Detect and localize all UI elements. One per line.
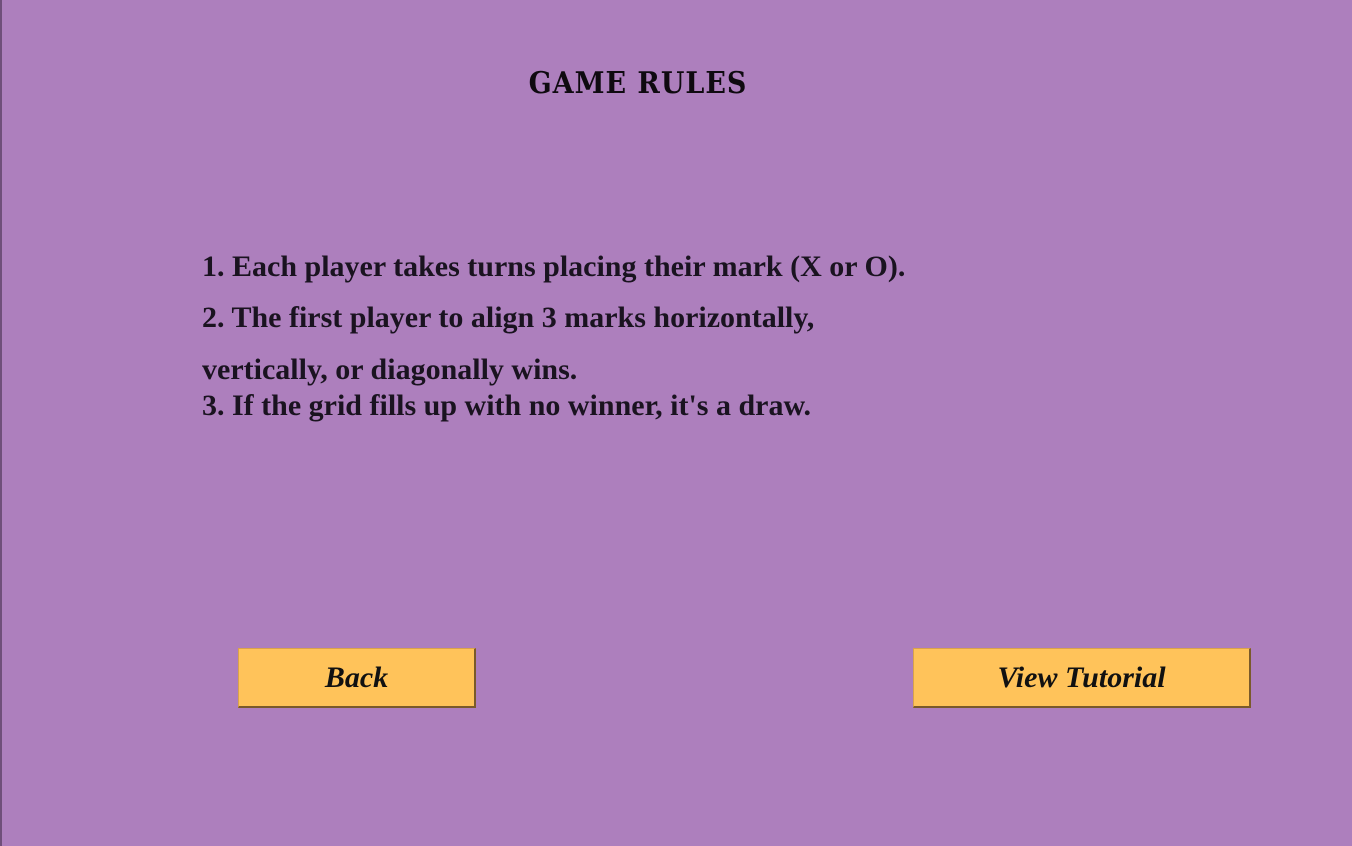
back-button-label: Back (324, 660, 389, 694)
rule-2-text-part-2: vertically, or diagonally wins. (202, 353, 578, 386)
rule-3-text: 3. If the grid fills up with no winner, … (202, 389, 811, 422)
rule-2-text-part-1: 2. The first player to align 3 marks hor… (202, 301, 815, 334)
page-title: Game Rules (528, 66, 748, 101)
view-tutorial-button-label: View Tutorial (997, 660, 1166, 694)
back-button[interactable]: Back (238, 648, 476, 708)
rule-1-text: 1. Each player takes turns placing their… (202, 250, 906, 283)
window-left-edge (0, 0, 2, 846)
view-tutorial-button[interactable]: View Tutorial (913, 648, 1251, 708)
